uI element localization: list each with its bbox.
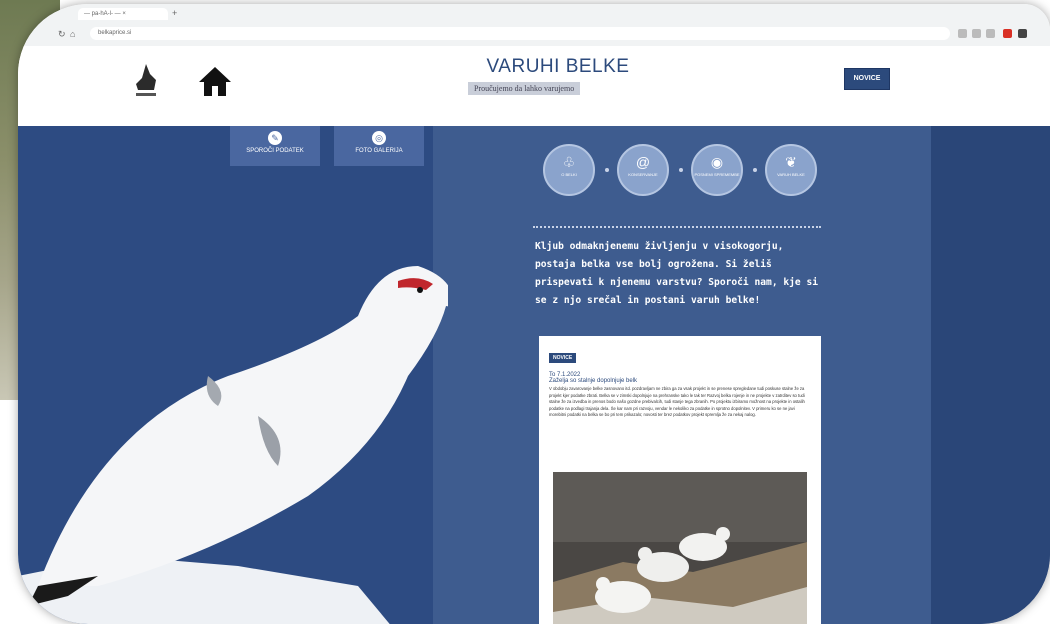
tree-icon: ❦ — [785, 154, 797, 170]
photo-gallery-button[interactable]: ◎ FOTO GALERIJA — [334, 126, 424, 166]
nav-circles: ♧ O BELKI @ KONSERVANJE ◉ POSNEMI SPREME… — [543, 144, 833, 199]
site-title[interactable]: VARUHI BELKE — [458, 56, 658, 78]
reload-icon[interactable]: ↻ — [58, 27, 66, 41]
zoom-icon[interactable] — [958, 29, 967, 38]
report-data-button[interactable]: ✎ SPOROČI PODATEK — [230, 126, 320, 166]
right-strip — [931, 126, 1050, 624]
photo-gallery-label: FOTO GALERIJA — [355, 148, 403, 154]
share-icon[interactable] — [972, 29, 981, 38]
bird-icon: ♧ — [562, 154, 576, 170]
ptarmigan-photo — [18, 266, 448, 624]
puzzle-icon[interactable] — [1018, 29, 1027, 38]
nav-circle-o-belki[interactable]: ♧ O BELKI — [543, 144, 595, 196]
site-header: VARUHI BELKE Proučujemo da lahko varujem… — [18, 46, 1050, 126]
news-body: V obdobju zavarovanje belke zasnovano it… — [549, 386, 805, 418]
nav-circle-label: POSNEMI SPREMEMBE — [694, 172, 740, 177]
browser-chrome: — pa-hA-l- — × + ↻ ⌂ belkaprice.si — [18, 4, 1050, 47]
separator-dot — [753, 168, 757, 172]
nav-circle-label: VARUH BELKE — [777, 172, 805, 177]
spiral-icon: @ — [635, 154, 651, 170]
browser-tab[interactable]: — pa-hA-l- — × — [78, 8, 168, 20]
novice-button[interactable]: NOVICE — [844, 68, 890, 90]
report-data-label: SPOROČI PODATEK — [246, 148, 304, 154]
news-card[interactable]: NOVICE To 7.1.2022 Zaželja so stalnje do… — [539, 336, 821, 624]
pencil-icon: ✎ — [268, 131, 282, 145]
camera-icon: ◎ — [372, 131, 386, 145]
nav-circle-posnemi-spremembe[interactable]: ◉ POSNEMI SPREMEMBE — [691, 144, 743, 196]
site-tagline: Proučujemo da lahko varujemo — [468, 82, 581, 95]
home-nav-icon[interactable] — [196, 64, 234, 98]
nav-circle-varuh-belke[interactable]: ❦ VARUH BELKE — [765, 144, 817, 196]
nav-circle-label: KONSERVANJE — [628, 172, 658, 177]
nav-circle-konservanje[interactable]: @ KONSERVANJE — [617, 144, 669, 196]
address-bar[interactable]: belkaprice.si — [90, 27, 950, 40]
browser-window: — pa-hA-l- — × + ↻ ⌂ belkaprice.si VARUH… — [18, 4, 1050, 624]
news-photo — [553, 472, 807, 624]
news-tag: NOVICE — [549, 353, 577, 363]
home-icon[interactable]: ⌂ — [70, 27, 75, 41]
address-row: ↻ ⌂ belkaprice.si — [58, 27, 1027, 41]
main-content: ♧ O BELKI @ KONSERVANJE ◉ POSNEMI SPREME… — [18, 126, 1050, 624]
dotted-divider — [533, 226, 821, 228]
star-icon[interactable] — [986, 29, 995, 38]
nav-circle-label: O BELKI — [561, 172, 577, 177]
center-panel: ♧ O BELKI @ KONSERVANJE ◉ POSNEMI SPREME… — [433, 126, 931, 624]
extension-icon[interactable] — [1003, 29, 1012, 38]
news-title[interactable]: Zaželja so stalnje dopolnjuje belk — [549, 378, 811, 384]
belka-logo-icon[interactable] — [128, 60, 164, 100]
new-tab-button[interactable]: + — [172, 8, 177, 18]
pin-icon: ◉ — [710, 154, 724, 170]
separator-dot — [679, 168, 683, 172]
separator-dot — [605, 168, 609, 172]
intro-text: Kljub odmaknjenemu življenju v visokogor… — [535, 241, 819, 306]
